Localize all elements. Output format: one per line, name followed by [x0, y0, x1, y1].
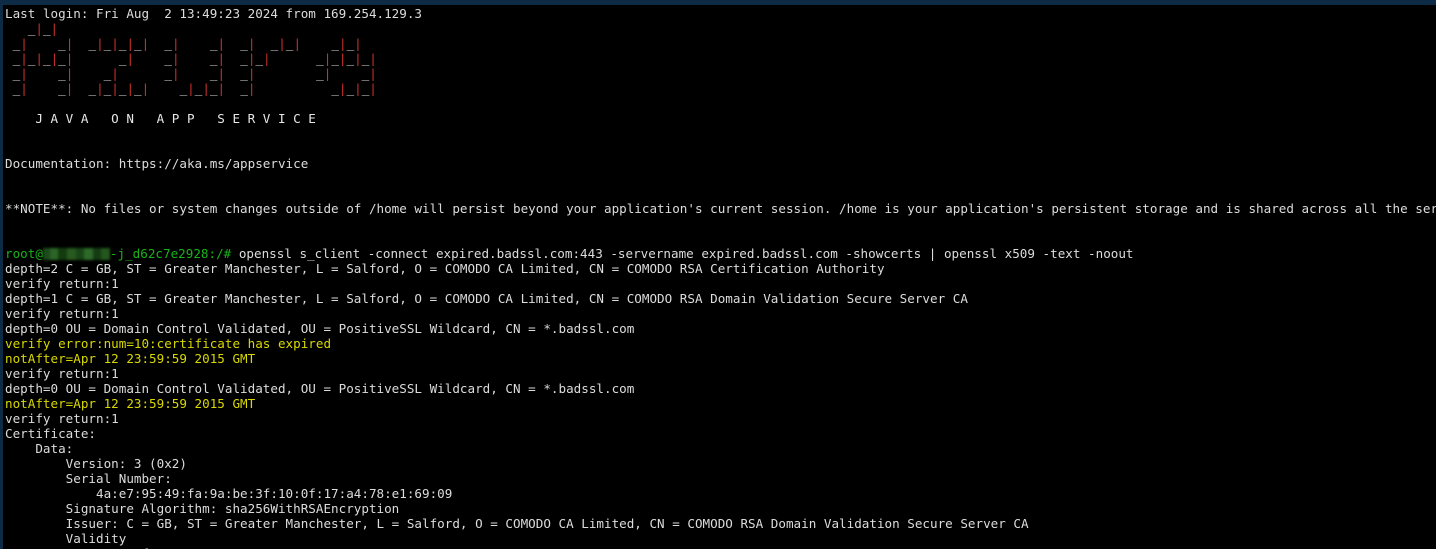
ascii-banner-row: _| _| _| _| _| _| _| _|	[12, 66, 377, 81]
spacer-line	[5, 141, 1436, 156]
output-line: verify return:1	[5, 411, 119, 426]
output-line: verify return:1	[5, 276, 119, 291]
output-line: verify return:1	[5, 306, 119, 321]
output-line: depth=1 C = GB, ST = Greater Manchester,…	[5, 291, 968, 306]
spacer-line	[5, 216, 1436, 231]
spacer-line	[5, 186, 1436, 201]
spacer-line	[5, 126, 1436, 141]
prompt-path: :/#	[208, 246, 232, 261]
documentation-line: Documentation: https://aka.ms/appservice	[5, 156, 309, 171]
banner-title: J A V A O N A P P S E R V I C E	[5, 111, 316, 126]
ascii-banner-row: _| _| _|_|_|_| _| _| _| _|_| _|_|	[12, 36, 362, 51]
output-line: depth=0 OU = Domain Control Validated, O…	[5, 321, 635, 336]
shell-command[interactable]: openssl s_client -connect expired.badssl…	[231, 246, 1134, 261]
spacer-line	[5, 171, 1436, 186]
last-login-line: Last login: Fri Aug 2 13:49:23 2024 from…	[5, 6, 423, 21]
output-line: notAfter=Apr 12 23:59:59 2015 GMT	[5, 351, 256, 366]
output-line: Version: 3 (0x2)	[5, 456, 187, 471]
terminal-window[interactable]: Last login: Fri Aug 2 13:49:23 2024 from…	[0, 0, 1436, 549]
output-line: notAfter=Apr 12 23:59:59 2015 GMT	[5, 396, 256, 411]
ascii-banner-row: _|_|	[27, 21, 59, 36]
output-line: Certificate:	[5, 426, 96, 441]
spacer-line	[5, 231, 1436, 246]
spacer-line	[5, 96, 1436, 111]
ascii-banner: _|_| _| _| _|_|_|_| _| _| _| _|_| _|_| _…	[5, 21, 1436, 96]
ascii-banner-row: _| _| _|_|_|_| _|_|_| _| _|_|_|	[12, 81, 377, 96]
command-output: depth=2 C = GB, ST = Greater Manchester,…	[5, 261, 1436, 549]
output-line: Issuer: C = GB, ST = Greater Manchester,…	[5, 516, 1029, 531]
note-line: **NOTE**: No files or system changes out…	[5, 201, 1436, 216]
prompt-user: root@	[5, 246, 43, 261]
output-line: depth=2 C = GB, ST = Greater Manchester,…	[5, 261, 885, 276]
output-line: Serial Number:	[5, 471, 172, 486]
shell-prompt-line[interactable]: root@ -j_d62c7e2928:/# openssl s_client -…	[5, 246, 1436, 261]
terminal-screen[interactable]: Last login: Fri Aug 2 13:49:23 2024 from…	[5, 5, 1436, 549]
ascii-banner-row: _|_|_|_| _| _| _| _|_| _|_|_|_|	[12, 51, 377, 66]
output-line: Validity	[5, 531, 127, 546]
prompt-host-suffix: -j_d62c7e2928	[109, 246, 209, 261]
output-line: Signature Algorithm: sha256WithRSAEncryp…	[5, 501, 400, 516]
output-line: Data:	[5, 441, 74, 456]
output-line: depth=0 OU = Domain Control Validated, O…	[5, 381, 635, 396]
redacted-hostname	[42, 248, 110, 260]
output-line: verify return:1	[5, 366, 119, 381]
output-line: 4a:e7:95:49:fa:9a:be:3f:10:0f:17:a4:78:e…	[5, 486, 453, 501]
output-line: verify error:num=10:certificate has expi…	[5, 336, 332, 351]
